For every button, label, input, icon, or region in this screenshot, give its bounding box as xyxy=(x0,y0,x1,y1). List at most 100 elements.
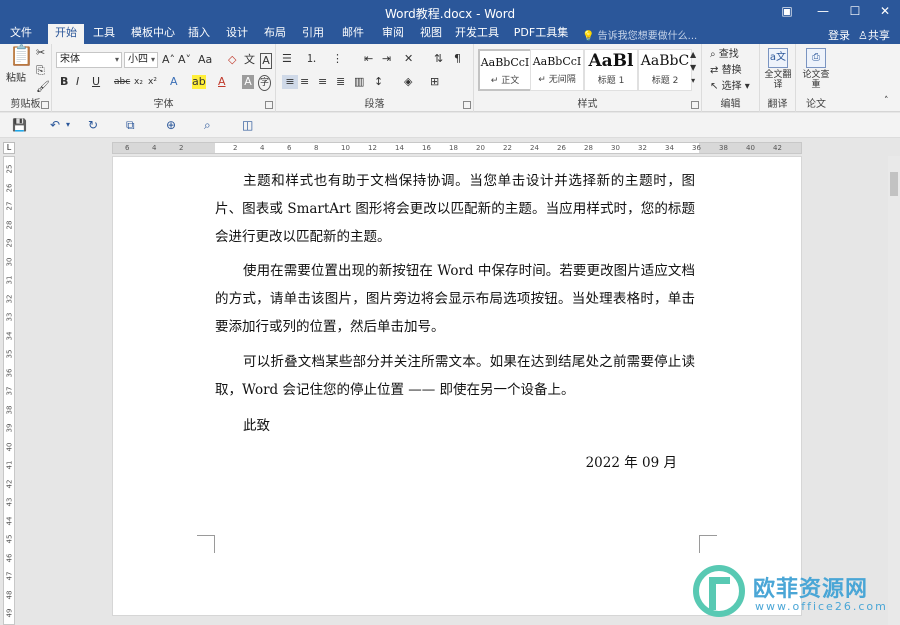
phonetic-guide-icon[interactable]: 文 xyxy=(244,53,255,67)
paper-check-button[interactable]: ⎙ 论文查重 xyxy=(802,48,830,90)
enclose-characters-icon[interactable]: 字 xyxy=(258,75,271,91)
paste-icon[interactable]: 📋 xyxy=(9,45,34,65)
body-paragraph[interactable]: 可以折叠文档某些部分并关注所需文本。如果在达到结尾处之前需要停止读取，Word … xyxy=(215,348,695,404)
tab-home[interactable]: 开始 xyxy=(48,24,84,44)
undo-icon[interactable]: ↶ xyxy=(50,118,60,132)
tab-design[interactable]: 设计 xyxy=(222,24,252,44)
tab-layout[interactable]: 布局 xyxy=(260,24,290,44)
shrink-font-icon[interactable]: A˅ xyxy=(178,53,191,67)
tab-developer[interactable]: 开发工具 xyxy=(454,24,500,44)
bullets-icon[interactable]: ☰ xyxy=(282,52,292,66)
justify-icon[interactable]: ≣ xyxy=(336,75,345,89)
clear-formatting-icon[interactable]: ◇ xyxy=(228,53,236,67)
redo-icon[interactable]: ↻ xyxy=(88,118,98,132)
select-button[interactable]: ↖ 选择 ▾ xyxy=(710,80,760,94)
ribbon-display-options-button[interactable]: ▣ xyxy=(770,0,804,24)
minimize-button[interactable]: — xyxy=(806,0,840,24)
style-heading-1[interactable]: AaBl 标题 1 xyxy=(584,49,638,91)
print-preview-icon[interactable]: ⌕ xyxy=(204,118,211,132)
superscript-icon[interactable]: x² xyxy=(148,75,157,89)
ruler-tick-label: 40 xyxy=(5,442,14,451)
document-page[interactable]: 主题和样式也有助于文档保持协调。当您单击设计并选择新的主题时，图片、图表或 Sm… xyxy=(112,156,802,616)
decrease-indent-icon[interactable]: ⇤ xyxy=(364,52,373,66)
ruler-tick-label: 26 xyxy=(5,183,14,192)
read-mode-icon[interactable]: ⧉ xyxy=(126,118,135,132)
body-paragraph[interactable]: 使用在需要位置出现的新按钮在 Word 中保存时间。若要更改图片适应文档的方式，… xyxy=(215,257,695,341)
distributed-icon[interactable]: ▥ xyxy=(354,75,364,89)
align-center-icon[interactable]: ≡ xyxy=(300,75,309,89)
style-normal[interactable]: AaBbCcI ↵ 正文 xyxy=(478,49,532,91)
cut-icon[interactable]: ✂ xyxy=(36,46,45,60)
sign-in-link[interactable]: 登录 xyxy=(828,27,850,43)
share-button[interactable]: ♙共享 xyxy=(858,27,890,43)
tab-review[interactable]: 审阅 xyxy=(378,24,408,44)
tab-view[interactable]: 视图 xyxy=(416,24,446,44)
italic-icon[interactable]: I xyxy=(76,75,79,89)
screenshot-icon[interactable]: ◫ xyxy=(242,118,253,132)
style-heading-2[interactable]: AaBbC 标题 2 xyxy=(638,49,692,91)
paragraph-launcher-icon[interactable] xyxy=(463,101,471,109)
collapse-ribbon-icon[interactable]: ˄ xyxy=(884,94,889,108)
line-spacing-icon[interactable]: ↕ xyxy=(374,75,383,89)
shading-icon[interactable]: ◈ xyxy=(404,75,412,89)
tab-references[interactable]: 引用 xyxy=(298,24,328,44)
translate-button[interactable]: a文 全文翻译 xyxy=(764,48,792,90)
show-marks-icon[interactable]: ¶ xyxy=(454,52,461,66)
undo-dropdown-icon[interactable]: ▾ xyxy=(66,118,70,132)
styles-launcher-icon[interactable] xyxy=(691,101,699,109)
vertical-ruler[interactable]: 25 26 27 28 29 30 31 32 33 34 35 36 37 38 39 40 41 42 43 44… xyxy=(3,156,15,625)
multilevel-list-icon[interactable]: ⋮ xyxy=(332,52,343,66)
style-no-spacing[interactable]: AaBbCcI ↵ 无间隔 xyxy=(530,49,584,91)
underline-icon[interactable]: U xyxy=(92,75,100,89)
tab-mailings[interactable]: 邮件 xyxy=(338,24,368,44)
font-size-select[interactable]: 小四 ▾ xyxy=(124,52,158,68)
character-border-icon[interactable]: A xyxy=(260,53,272,69)
grow-font-icon[interactable]: A˄ xyxy=(162,53,175,67)
highlight-icon[interactable]: ab xyxy=(192,75,206,89)
sort-icon[interactable]: ⇅ xyxy=(434,52,443,66)
font-name-select[interactable]: 宋体 ▾ xyxy=(56,52,122,68)
subscript-icon[interactable]: x₂ xyxy=(134,75,143,89)
font-color-icon[interactable]: A xyxy=(218,75,226,89)
close-button[interactable]: ✕ xyxy=(868,0,900,24)
find-button[interactable]: ⌕ 查找 xyxy=(710,48,760,62)
tab-selector[interactable]: L xyxy=(3,142,15,154)
align-left-icon[interactable]: ≡ xyxy=(282,75,298,89)
borders-icon[interactable]: ⊞ xyxy=(430,75,439,89)
align-right-icon[interactable]: ≡ xyxy=(318,75,327,89)
body-paragraph[interactable]: 主题和样式也有助于文档保持协调。当您单击设计并选择新的主题时，图片、图表或 Sm… xyxy=(215,167,695,251)
horizontal-ruler[interactable]: 6 4 2 2 4 6 8 10 12 14 16 18 20 22 24 26 28 30 32 34 36 38 40 4… xyxy=(112,142,802,154)
bold-icon[interactable]: B xyxy=(60,75,68,89)
styles-scroll-icon[interactable]: ▲ ▼ ▾ xyxy=(690,48,696,87)
tell-me-box[interactable]: 💡 告诉我您想要做什么... xyxy=(582,27,697,42)
web-layout-icon[interactable]: ⊕ xyxy=(166,118,176,132)
ruler-tick-label: 28 xyxy=(584,144,593,152)
vertical-scrollbar[interactable] xyxy=(888,156,900,625)
copy-icon[interactable]: ⎘ xyxy=(36,64,45,78)
format-painter-icon[interactable]: 🖌 xyxy=(36,80,50,94)
title-bar: Word教程.docx - Word ▣ — ☐ ✕ xyxy=(0,0,900,24)
maximize-button[interactable]: ☐ xyxy=(838,0,872,24)
tab-tools[interactable]: 工具 xyxy=(88,24,120,44)
increase-indent-icon[interactable]: ⇥ xyxy=(382,52,391,66)
text-effects-icon[interactable]: A xyxy=(170,75,178,89)
date-line[interactable]: 2022 年 09 月 xyxy=(215,449,695,477)
numbering-icon[interactable]: ⒈ xyxy=(306,52,317,66)
save-icon[interactable]: 💾 xyxy=(12,118,27,132)
margin-corner-mark xyxy=(699,535,717,553)
font-launcher-icon[interactable] xyxy=(265,101,273,109)
replace-button[interactable]: ⇄ 替换 xyxy=(710,64,760,78)
clipboard-launcher-icon[interactable] xyxy=(41,101,49,109)
tab-pdf-tools[interactable]: PDF工具集 xyxy=(510,24,572,44)
change-case-icon[interactable]: Aa xyxy=(198,53,212,67)
chinese-layout-icon[interactable]: ✕ xyxy=(404,52,413,66)
paste-label[interactable]: 粘贴 xyxy=(6,72,26,86)
select-label: 选择 xyxy=(721,81,742,92)
strikethrough-icon[interactable]: abc xyxy=(114,75,130,89)
character-shading-icon[interactable]: A xyxy=(242,75,254,89)
tab-template-center[interactable]: 模板中心 xyxy=(128,24,178,44)
closing-line[interactable]: 此致 xyxy=(215,412,695,440)
tab-insert[interactable]: 插入 xyxy=(184,24,214,44)
tab-file[interactable]: 文件 xyxy=(2,24,40,44)
scrollbar-thumb[interactable] xyxy=(890,172,898,196)
